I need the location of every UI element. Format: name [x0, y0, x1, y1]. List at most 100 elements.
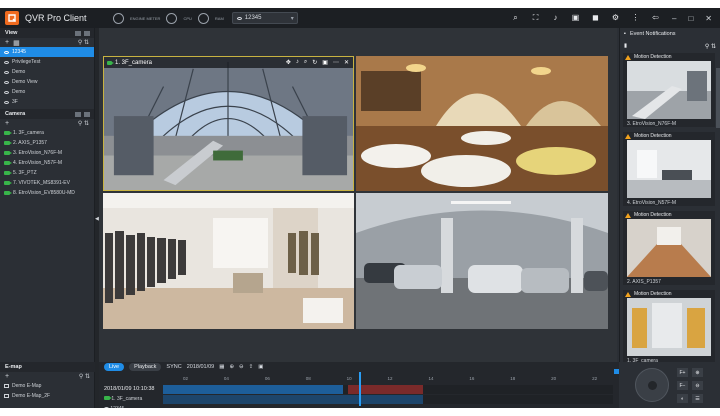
maximize-icon[interactable]: □	[688, 14, 693, 23]
event-thumbnail	[627, 298, 711, 356]
add-icon[interactable]: +	[5, 373, 9, 380]
date-picker[interactable]: 2018/01/09	[187, 364, 215, 370]
camera-item[interactable]: 3. EtroVision_N76F-M	[0, 148, 94, 158]
eye-icon	[104, 407, 109, 408]
emap-item[interactable]: Demo E-Map	[0, 381, 95, 391]
timeline-tick-label: 08	[305, 376, 311, 381]
camera-icon	[4, 131, 12, 135]
more-icon[interactable]: ⋯	[333, 59, 339, 66]
camera-item[interactable]: 1. 3F_camera	[0, 128, 94, 138]
export-icon[interactable]: ⇪	[249, 364, 254, 370]
recording-segment	[163, 395, 423, 404]
mall-atrium-video	[104, 57, 353, 190]
fullscreen-icon[interactable]: ⛶	[531, 13, 540, 23]
filter-icon[interactable]: ⚲ ⇅	[79, 373, 90, 380]
app-title: QVR Pro Client	[25, 13, 87, 23]
camera-item[interactable]: 8. EtroVision_EV8580U-MD	[0, 188, 94, 198]
filter-icon[interactable]: ⚲ ⇅	[78, 120, 89, 127]
view-item-demo-2[interactable]: Demo	[0, 87, 94, 97]
add-icon[interactable]: +	[5, 39, 9, 46]
camera-item[interactable]: 7. VIVOTEK_MS8391-EV	[0, 178, 94, 188]
video-pane-1[interactable]: 1. 3F_camera ✥ ♪ ⌕ ↻ ▣ ⋯ ✕	[103, 56, 354, 191]
camera-item[interactable]: 4. EtroVision_N57F-M	[0, 158, 94, 168]
screenshot-icon[interactable]: ▣	[571, 13, 580, 23]
layout-icon[interactable]	[75, 30, 81, 36]
close-icon[interactable]: ✕	[705, 14, 712, 23]
minimize-icon[interactable]: –	[672, 14, 676, 23]
video-pane-4[interactable]	[356, 193, 608, 329]
iris-button[interactable]: ◐	[677, 394, 688, 403]
ptz-control-panel: F+ ⊕ F− ⊖ ◐ ☰	[619, 362, 720, 408]
zoom-icon[interactable]: ⌕	[304, 59, 307, 66]
timeline-row-view: 12345	[110, 406, 124, 408]
warning-icon	[625, 133, 631, 139]
timeline-ruler[interactable]: 02 04 06 08 10 12 14 16 18 20 22	[163, 374, 613, 384]
event-card-header: Motion Detection	[623, 132, 715, 140]
event-card[interactable]: Motion Detection 2. AXIS_P1357	[623, 211, 715, 285]
focus-in-button[interactable]: F+	[677, 368, 688, 377]
emap-item[interactable]: Demo E-Map_2F	[0, 391, 95, 401]
timeline-cursor[interactable]	[359, 372, 361, 406]
trash-icon[interactable]: ▮	[624, 43, 627, 49]
search-icon[interactable]: ⌕	[511, 13, 520, 23]
close-icon[interactable]: ✕	[344, 59, 349, 66]
list-icon[interactable]	[84, 111, 90, 117]
snapshot-icon[interactable]: ▣	[258, 364, 263, 370]
camera-item[interactable]: 2. AXIS_P1357	[0, 138, 94, 148]
preset-button[interactable]: ☰	[692, 394, 703, 403]
filter-icon[interactable]: ⚲ ⇅	[705, 43, 716, 50]
timeline-row-label: 1. 3F_camera	[104, 394, 154, 404]
volume-icon[interactable]: ♪	[551, 13, 560, 23]
eye-icon	[4, 80, 9, 84]
zoom-in-icon[interactable]: ⊕	[229, 364, 234, 370]
event-card[interactable]: Motion Detection 1. 3F_camera	[623, 290, 715, 364]
live-button[interactable]: Live	[104, 363, 125, 371]
view-item-3f[interactable]: 3F	[0, 97, 94, 107]
volume-icon[interactable]: ♪	[296, 59, 299, 66]
logout-icon[interactable]: ⇦	[651, 13, 660, 23]
zoom-out-button[interactable]: ⊖	[692, 381, 703, 390]
more-icon[interactable]: ⋮	[631, 13, 640, 23]
camera-item-label: 8. EtroVision_EV8580U-MD	[13, 190, 75, 196]
timeline-panel: Live Playback SYNC 2018/01/09 ▦ ⊕ ⊖ ⇪ ▣ …	[99, 362, 619, 408]
event-camera: 2. AXIS_P1357	[627, 279, 661, 285]
record-icon[interactable]: ◼	[591, 13, 600, 23]
video-pane-3[interactable]	[103, 193, 354, 329]
view-item-demo-view[interactable]: Demo View	[0, 77, 94, 87]
camera-icon	[104, 396, 112, 400]
clothing-store-video	[103, 193, 354, 329]
view-item-demo[interactable]: Demo	[0, 67, 94, 77]
eye-icon	[236, 16, 242, 20]
grid-icon[interactable]: ▦	[13, 39, 20, 47]
view-select[interactable]: 12345 ▾	[231, 12, 298, 24]
camera-item[interactable]: 5. 3F_PTZ	[0, 168, 94, 178]
calendar-icon[interactable]: ▦	[219, 364, 224, 370]
timeline-track-camera[interactable]	[163, 385, 613, 394]
list-icon[interactable]	[84, 30, 90, 36]
event-card-header: Motion Detection	[623, 53, 715, 61]
zoom-out-icon[interactable]: ⊖	[239, 364, 244, 370]
zoom-in-button[interactable]: ⊕	[692, 368, 703, 377]
playback-icon[interactable]: ↻	[312, 59, 317, 66]
event-card[interactable]: Motion Detection 3. EtroVision_N76F-M	[623, 53, 715, 127]
view-item-12345[interactable]: 12345	[0, 47, 94, 57]
filter-icon[interactable]: ⚲ ⇅	[78, 39, 89, 46]
playback-button[interactable]: Playback	[129, 363, 162, 371]
sync-toggle[interactable]: SYNC	[166, 364, 181, 370]
mall-escalator-thumbnail	[627, 61, 711, 119]
eye-icon	[4, 60, 9, 64]
joystick-center[interactable]	[648, 381, 657, 390]
layout-icon[interactable]	[75, 111, 81, 117]
event-panel-scrollbar[interactable]	[716, 68, 720, 128]
focus-out-button[interactable]: F−	[677, 381, 688, 390]
ptz-joystick[interactable]	[635, 368, 669, 402]
timeline-track-view[interactable]	[163, 395, 613, 404]
settings-icon[interactable]: ⚙	[611, 13, 620, 23]
event-camera: 3. EtroVision_N76F-M	[627, 121, 677, 127]
ptz-icon[interactable]: ✥	[286, 59, 291, 66]
video-pane-2[interactable]	[356, 56, 608, 191]
event-card[interactable]: Motion Detection 4. EtroVision_N57F-M	[623, 132, 715, 206]
add-icon[interactable]: +	[5, 120, 9, 127]
view-item-privilegetest[interactable]: PrivilegeTest	[0, 57, 94, 67]
snapshot-icon[interactable]: ▣	[322, 59, 328, 66]
